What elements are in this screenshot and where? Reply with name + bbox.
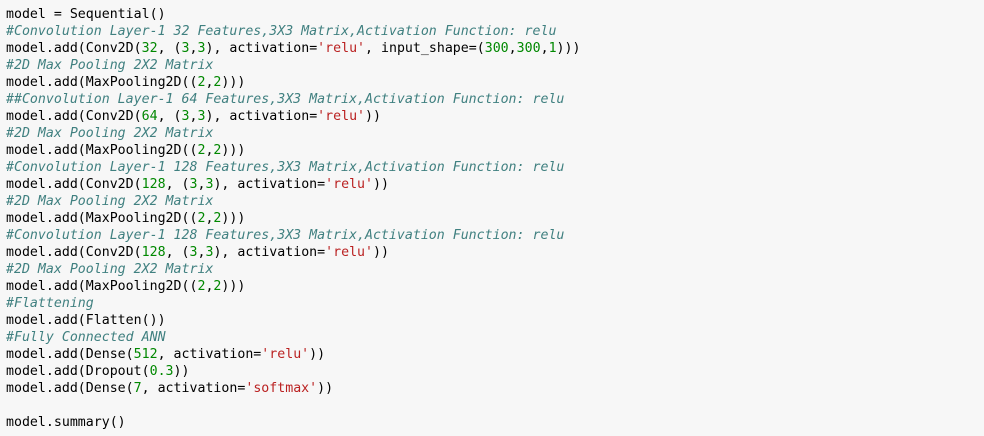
code-token: ))) bbox=[221, 75, 246, 90]
code-line: model.add(Conv2D(64, (3,3), activation='… bbox=[6, 108, 976, 125]
code-token: )) bbox=[365, 109, 382, 124]
code-token: )) bbox=[317, 381, 334, 396]
code-token: )) bbox=[173, 364, 190, 379]
code-line: #Flattening bbox=[6, 295, 976, 312]
code-token: )) bbox=[373, 177, 389, 192]
code-token: model.add(MaxPooling2D(( bbox=[6, 143, 198, 158]
code-token: model.add(Dropout( bbox=[6, 364, 150, 379]
code-token: , activation= bbox=[157, 347, 262, 362]
code-line: #2D Max Pooling 2X2 Matrix bbox=[6, 261, 976, 278]
comment-token: ##Convolution Layer-1 64 Features,3X3 Ma… bbox=[6, 92, 565, 107]
comment-token: #Fully Connected ANN bbox=[6, 330, 166, 345]
number-token: 1 bbox=[548, 41, 557, 56]
string-token: 'relu' bbox=[325, 245, 374, 260]
code-line: model.add(Dense(7, activation='softmax')… bbox=[6, 380, 976, 397]
number-token: 3 bbox=[181, 109, 190, 124]
number-token: 0.3 bbox=[149, 364, 174, 379]
code-token: ), activation= bbox=[213, 177, 326, 192]
number-token: 3 bbox=[181, 41, 190, 56]
code-line: #2D Max Pooling 2X2 Matrix bbox=[6, 193, 976, 210]
string-token: 'relu' bbox=[317, 109, 366, 124]
code-token: model.summary() bbox=[6, 415, 126, 430]
code-line: #2D Max Pooling 2X2 Matrix bbox=[6, 125, 976, 142]
comment-token: #2D Max Pooling 2X2 Matrix bbox=[6, 58, 214, 73]
comment-token: #Convolution Layer-1 32 Features,3X3 Mat… bbox=[6, 24, 557, 39]
string-token: 'relu' bbox=[261, 347, 310, 362]
code-line: model.add(Conv2D(128, (3,3), activation=… bbox=[6, 176, 976, 193]
code-token: ))) bbox=[556, 41, 581, 56]
number-token: 300 bbox=[516, 41, 541, 56]
code-line: #2D Max Pooling 2X2 Matrix bbox=[6, 57, 976, 74]
code-line: model.summary() bbox=[6, 414, 976, 431]
comment-token: #Flattening bbox=[6, 296, 94, 311]
number-token: 32 bbox=[141, 41, 158, 56]
code-token: , input_shape=( bbox=[365, 41, 485, 56]
string-token: 'softmax' bbox=[245, 381, 318, 396]
code-line: model.add(MaxPooling2D((2,2))) bbox=[6, 74, 976, 91]
code-cell[interactable]: model = Sequential() #Convolution Layer-1… bbox=[6, 6, 976, 431]
number-token: 7 bbox=[133, 381, 142, 396]
code-token: , bbox=[540, 41, 549, 56]
number-token: 128 bbox=[141, 177, 166, 192]
code-line: model = Sequential() bbox=[6, 6, 976, 23]
code-line: model.add(MaxPooling2D((2,2))) bbox=[6, 210, 976, 227]
number-token: 300 bbox=[484, 41, 509, 56]
code-line: model.add(Conv2D(32, (3,3), activation='… bbox=[6, 40, 976, 57]
code-token: , activation= bbox=[141, 381, 246, 396]
code-token: model.add(Conv2D( bbox=[6, 41, 142, 56]
comment-token: #2D Max Pooling 2X2 Matrix bbox=[6, 262, 214, 277]
code-token: model.add(Dense( bbox=[6, 381, 134, 396]
code-token: )) bbox=[373, 245, 389, 260]
code-token: )) bbox=[309, 347, 326, 362]
code-token: model = Sequential() bbox=[6, 7, 166, 22]
number-token: 512 bbox=[133, 347, 158, 362]
code-line: #Fully Connected ANN bbox=[6, 329, 976, 346]
code-token: model.add(MaxPooling2D(( bbox=[6, 279, 198, 294]
comment-token: #Convolution Layer-1 128 Features,3X3 Ma… bbox=[6, 160, 565, 175]
code-token: model.add(Conv2D( bbox=[6, 177, 142, 192]
code-token: ), activation= bbox=[213, 245, 326, 260]
code-editor[interactable]: model = Sequential() #Convolution Layer-1… bbox=[6, 6, 976, 431]
number-token: 128 bbox=[141, 245, 166, 260]
code-token: model.add(MaxPooling2D(( bbox=[6, 211, 198, 226]
comment-token: #2D Max Pooling 2X2 Matrix bbox=[6, 194, 214, 209]
code-token: model.add(Dense( bbox=[6, 347, 134, 362]
code-token: , ( bbox=[157, 41, 182, 56]
code-line: model.add(MaxPooling2D((2,2))) bbox=[6, 278, 976, 295]
code-token: ))) bbox=[221, 279, 246, 294]
code-line: #Convolution Layer-1 128 Features,3X3 Ma… bbox=[6, 159, 976, 176]
code-token: model.add(MaxPooling2D(( bbox=[6, 75, 198, 90]
code-token: model.add(Conv2D( bbox=[6, 109, 142, 124]
code-line: model.add(Dropout(0.3)) bbox=[6, 363, 976, 380]
code-token: ), activation= bbox=[205, 109, 318, 124]
code-line: model.add(Dense(512, activation='relu')) bbox=[6, 346, 976, 363]
comment-token: #2D Max Pooling 2X2 Matrix bbox=[6, 126, 214, 141]
code-line: model.add(Conv2D(128, (3,3), activation=… bbox=[6, 244, 976, 261]
code-token: model.add(Flatten()) bbox=[6, 313, 166, 328]
code-token: , bbox=[189, 109, 198, 124]
code-token: , bbox=[508, 41, 517, 56]
code-line: model.add(MaxPooling2D((2,2))) bbox=[6, 142, 976, 159]
code-token: ))) bbox=[221, 211, 246, 226]
comment-token: #Convolution Layer-1 128 Features,3X3 Ma… bbox=[6, 228, 565, 243]
string-token: 'relu' bbox=[317, 41, 366, 56]
code-line: model.add(Flatten()) bbox=[6, 312, 976, 329]
string-token: 'relu' bbox=[325, 177, 374, 192]
code-line: ##Convolution Layer-1 64 Features,3X3 Ma… bbox=[6, 91, 976, 108]
code-token: model.add(Conv2D( bbox=[6, 245, 142, 260]
code-token: , bbox=[189, 41, 198, 56]
code-line: #Convolution Layer-1 128 Features,3X3 Ma… bbox=[6, 227, 976, 244]
code-token: ))) bbox=[221, 143, 246, 158]
number-token: 64 bbox=[141, 109, 158, 124]
code-token: , ( bbox=[165, 245, 190, 260]
code-token: , ( bbox=[157, 109, 182, 124]
code-token: , ( bbox=[165, 177, 190, 192]
code-line: #Convolution Layer-1 32 Features,3X3 Mat… bbox=[6, 23, 976, 40]
code-token: ), activation= bbox=[205, 41, 318, 56]
